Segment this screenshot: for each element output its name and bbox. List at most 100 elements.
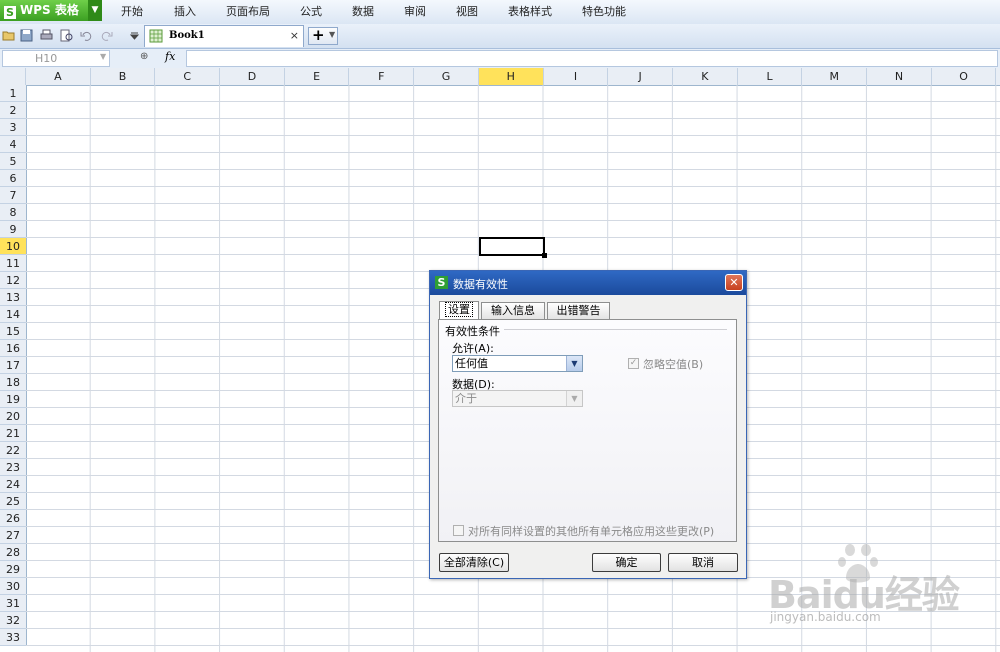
- row-header[interactable]: 23: [0, 459, 26, 476]
- selected-cell[interactable]: [479, 237, 545, 256]
- save-icon[interactable]: [20, 29, 33, 42]
- row-headers: 1 2 3 4 5 6 7 8 9 10 11 12 13 14 15 16 17 18 19 20 21 22 23 24 2…: [0, 85, 27, 646]
- row-header[interactable]: 9: [0, 221, 26, 238]
- row-header[interactable]: 33: [0, 629, 26, 646]
- menu-special-features[interactable]: 特色功能: [582, 0, 626, 24]
- menu-review[interactable]: 审阅: [404, 0, 426, 24]
- clear-all-button[interactable]: 全部清除(C): [439, 553, 509, 572]
- row-header[interactable]: 29: [0, 561, 26, 578]
- column-header[interactable]: J: [608, 68, 673, 85]
- new-tab-button[interactable]: + ▼: [308, 26, 338, 45]
- column-header[interactable]: K: [673, 68, 738, 85]
- menu-view[interactable]: 视图: [456, 0, 478, 24]
- apply-to-all-checkbox[interactable]: [453, 525, 464, 536]
- redo-icon[interactable]: [100, 29, 113, 42]
- row-header[interactable]: 2: [0, 102, 26, 119]
- allow-label: 允许(A):: [452, 342, 494, 355]
- column-header[interactable]: F: [350, 68, 415, 85]
- column-header[interactable]: G: [414, 68, 479, 85]
- tab-settings[interactable]: 设置: [439, 301, 479, 320]
- column-header[interactable]: M: [802, 68, 868, 85]
- print-preview-icon[interactable]: [60, 29, 73, 42]
- row-header[interactable]: 13: [0, 289, 26, 306]
- chevron-down-icon[interactable]: ▼: [566, 391, 582, 406]
- row-header[interactable]: 7: [0, 187, 26, 204]
- tab-input-message[interactable]: 输入信息: [481, 302, 545, 319]
- menu-formulas[interactable]: 公式: [300, 0, 322, 24]
- allow-select[interactable]: 任何值 ▼: [452, 355, 583, 372]
- row-header[interactable]: 8: [0, 204, 26, 221]
- spreadsheet-file-icon: [149, 29, 163, 43]
- column-header[interactable]: L: [738, 68, 803, 85]
- row-header[interactable]: 14: [0, 306, 26, 323]
- chevron-down-icon[interactable]: ▼: [566, 356, 582, 371]
- row-header[interactable]: 15: [0, 323, 26, 340]
- row-header[interactable]: 31: [0, 595, 26, 612]
- row-header[interactable]: 5: [0, 153, 26, 170]
- row-header[interactable]: 32: [0, 612, 26, 629]
- data-select[interactable]: 介于 ▼: [452, 390, 583, 407]
- row-header[interactable]: 11: [0, 255, 26, 272]
- menu-home[interactable]: 开始: [121, 0, 143, 24]
- dialog-title-bar[interactable]: S 数据有效性 ✕: [430, 271, 746, 295]
- data-validation-dialog: S 数据有效性 ✕ 设置 输入信息 出错警告 有效性条件 允许(A): 任何值 …: [429, 270, 747, 579]
- select-all-corner[interactable]: [0, 68, 26, 85]
- row-header[interactable]: 6: [0, 170, 26, 187]
- app-menu-dropdown-icon: ▼: [88, 0, 102, 21]
- row-header[interactable]: 22: [0, 442, 26, 459]
- wps-app-menu-button[interactable]: S WPS 表格 ▼: [0, 0, 102, 21]
- row-header[interactable]: 24: [0, 476, 26, 493]
- tab-book1-label: Book1: [169, 30, 205, 41]
- new-tab-dropdown-icon[interactable]: ▼: [329, 30, 335, 39]
- column-header[interactable]: A: [26, 68, 91, 85]
- formula-input[interactable]: [186, 50, 998, 67]
- row-header[interactable]: 10: [0, 238, 26, 255]
- cancel-button[interactable]: 取消: [668, 553, 738, 572]
- row-header[interactable]: 12: [0, 272, 26, 289]
- row-header[interactable]: 27: [0, 527, 26, 544]
- undo-icon[interactable]: [80, 29, 93, 42]
- column-header[interactable]: D: [220, 68, 285, 85]
- name-box[interactable]: H10: [2, 50, 110, 67]
- row-header[interactable]: 21: [0, 425, 26, 442]
- tab-settings-label: 设置: [445, 302, 473, 317]
- fx-icon[interactable]: fx: [165, 50, 175, 63]
- column-header[interactable]: C: [155, 68, 221, 85]
- group-divider: [504, 329, 727, 330]
- column-header[interactable]: O: [932, 68, 997, 85]
- column-header[interactable]: B: [91, 68, 156, 85]
- row-header[interactable]: 28: [0, 544, 26, 561]
- row-header[interactable]: 30: [0, 578, 26, 595]
- row-header[interactable]: 19: [0, 391, 26, 408]
- menu-insert[interactable]: 插入: [174, 0, 196, 24]
- menu-data[interactable]: 数据: [352, 0, 374, 24]
- menu-table-style[interactable]: 表格样式: [508, 0, 552, 24]
- row-header[interactable]: 4: [0, 136, 26, 153]
- row-header[interactable]: 25: [0, 493, 26, 510]
- open-icon[interactable]: [2, 29, 15, 42]
- fill-handle[interactable]: [542, 253, 547, 258]
- tab-book1[interactable]: Book1 ×: [144, 25, 304, 47]
- customize-toolbar-icon[interactable]: [128, 29, 141, 42]
- row-header[interactable]: 20: [0, 408, 26, 425]
- row-header[interactable]: 26: [0, 510, 26, 527]
- print-icon[interactable]: [40, 29, 53, 42]
- column-header[interactable]: E: [285, 68, 350, 85]
- zoom-icon[interactable]: ⊕: [140, 51, 148, 62]
- column-header[interactable]: I: [544, 68, 609, 85]
- ignore-blank-checkbox[interactable]: ✓: [628, 358, 639, 369]
- column-header[interactable]: N: [867, 68, 932, 85]
- name-box-dropdown-icon[interactable]: ▼: [100, 52, 106, 61]
- dialog-close-button[interactable]: ✕: [725, 274, 743, 291]
- row-header[interactable]: 16: [0, 340, 26, 357]
- row-header[interactable]: 3: [0, 119, 26, 136]
- tab-close-icon[interactable]: ×: [290, 29, 299, 42]
- column-header[interactable]: H: [478, 68, 544, 85]
- row-header[interactable]: 17: [0, 357, 26, 374]
- ok-button[interactable]: 确定: [592, 553, 661, 572]
- formula-bar: H10 ▼ ⊕ fx: [0, 49, 1000, 69]
- tab-error-alert[interactable]: 出错警告: [547, 302, 610, 319]
- menu-page-layout[interactable]: 页面布局: [226, 0, 270, 24]
- row-header[interactable]: 1: [0, 85, 26, 102]
- row-header[interactable]: 18: [0, 374, 26, 391]
